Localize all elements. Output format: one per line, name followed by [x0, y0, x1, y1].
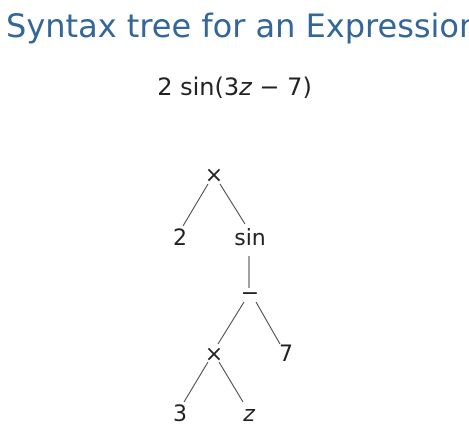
edge-root-to-sin — [219, 183, 246, 225]
node-3: 3 — [173, 402, 187, 427]
edge-times-to-3 — [183, 361, 209, 403]
node-7: 7 — [279, 342, 293, 367]
node-sin: sin — [234, 226, 266, 251]
node-z: z — [242, 402, 255, 427]
edge-times-to-z — [218, 361, 244, 403]
edge-minus-to-7 — [255, 301, 281, 345]
syntax-tree: × 2 sin − × 7 3 z — [173, 163, 293, 427]
node-root-times: × — [205, 163, 223, 188]
node-minus: − — [241, 281, 259, 306]
edge-minus-to-times — [217, 301, 245, 345]
node-times: × — [205, 342, 223, 367]
edge-root-to-2 — [182, 183, 209, 227]
node-2: 2 — [173, 226, 187, 251]
